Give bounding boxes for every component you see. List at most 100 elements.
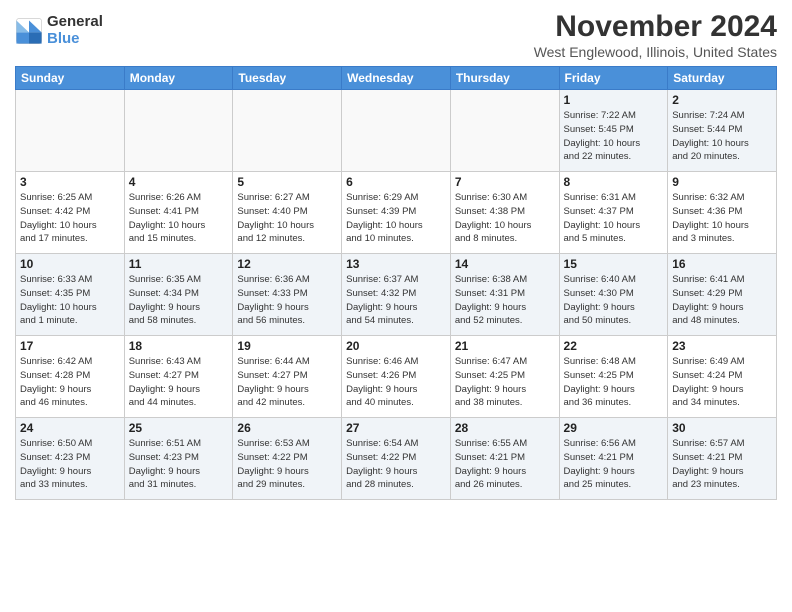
header: General Blue November 2024 West Englewoo… xyxy=(15,10,777,60)
calendar-cell xyxy=(16,90,125,172)
calendar-cell: 23 Sunrise: 6:49 AMSunset: 4:24 PMDayligh… xyxy=(668,336,777,418)
logo: General Blue xyxy=(15,14,103,47)
cell-info: Sunrise: 6:33 AMSunset: 4:35 PMDaylight:… xyxy=(20,273,120,328)
cell-info: Sunrise: 6:53 AMSunset: 4:22 PMDaylight:… xyxy=(237,437,337,492)
calendar-cell: 21 Sunrise: 6:47 AMSunset: 4:25 PMDayligh… xyxy=(450,336,559,418)
cell-info: Sunrise: 6:31 AMSunset: 4:37 PMDaylight:… xyxy=(564,191,664,246)
day-number: 14 xyxy=(455,257,555,271)
cell-info: Sunrise: 6:55 AMSunset: 4:21 PMDaylight:… xyxy=(455,437,555,492)
logo-text: General Blue xyxy=(47,14,103,47)
calendar-cell: 13 Sunrise: 6:37 AMSunset: 4:32 PMDayligh… xyxy=(342,254,451,336)
cell-info: Sunrise: 6:41 AMSunset: 4:29 PMDaylight:… xyxy=(672,273,772,328)
day-number: 3 xyxy=(20,175,120,189)
cell-info: Sunrise: 6:51 AMSunset: 4:23 PMDaylight:… xyxy=(129,437,229,492)
day-number: 13 xyxy=(346,257,446,271)
calendar-cell: 6 Sunrise: 6:29 AMSunset: 4:39 PMDaylight… xyxy=(342,172,451,254)
calendar-cell: 25 Sunrise: 6:51 AMSunset: 4:23 PMDayligh… xyxy=(124,418,233,500)
calendar-week-row: 24 Sunrise: 6:50 AMSunset: 4:23 PMDayligh… xyxy=(16,418,777,500)
day-number: 8 xyxy=(564,175,664,189)
calendar-cell xyxy=(233,90,342,172)
calendar-header-saturday: Saturday xyxy=(668,67,777,90)
day-number: 4 xyxy=(129,175,229,189)
title-block: November 2024 West Englewood, Illinois, … xyxy=(534,10,777,60)
calendar-cell: 29Sunrise: 6:56 AMSunset: 4:21 PMDayligh… xyxy=(559,418,668,500)
cell-info: Sunrise: 6:47 AMSunset: 4:25 PMDaylight:… xyxy=(455,355,555,410)
day-number: 12 xyxy=(237,257,337,271)
calendar-cell: 28 Sunrise: 6:55 AMSunset: 4:21 PMDayligh… xyxy=(450,418,559,500)
cell-info: Sunrise: 6:49 AMSunset: 4:24 PMDaylight:… xyxy=(672,355,772,410)
calendar-cell: 11Sunrise: 6:35 AMSunset: 4:34 PMDayligh… xyxy=(124,254,233,336)
calendar-header-wednesday: Wednesday xyxy=(342,67,451,90)
day-number: 24 xyxy=(20,421,120,435)
calendar-week-row: 17 Sunrise: 6:42 AMSunset: 4:28 PMDayligh… xyxy=(16,336,777,418)
day-number: 20 xyxy=(346,339,446,353)
day-number: 30 xyxy=(672,421,772,435)
cell-info: Sunrise: 6:38 AMSunset: 4:31 PMDaylight:… xyxy=(455,273,555,328)
day-number: 21 xyxy=(455,339,555,353)
day-number: 5 xyxy=(237,175,337,189)
calendar-cell: 27 Sunrise: 6:54 AMSunset: 4:22 PMDayligh… xyxy=(342,418,451,500)
cell-info: Sunrise: 6:36 AMSunset: 4:33 PMDaylight:… xyxy=(237,273,337,328)
logo-blue-text: Blue xyxy=(47,31,103,48)
day-number: 25 xyxy=(129,421,229,435)
calendar-header-sunday: Sunday xyxy=(16,67,125,90)
calendar-header-thursday: Thursday xyxy=(450,67,559,90)
day-number: 19 xyxy=(237,339,337,353)
cell-info: Sunrise: 6:25 AMSunset: 4:42 PMDaylight:… xyxy=(20,191,120,246)
cell-info: Sunrise: 6:42 AMSunset: 4:28 PMDaylight:… xyxy=(20,355,120,410)
day-number: 22 xyxy=(564,339,664,353)
day-number: 9 xyxy=(672,175,772,189)
calendar-cell: 8 Sunrise: 6:31 AMSunset: 4:37 PMDaylight… xyxy=(559,172,668,254)
day-number: 28 xyxy=(455,421,555,435)
calendar-cell: 18Sunrise: 6:43 AMSunset: 4:27 PMDayligh… xyxy=(124,336,233,418)
calendar-cell: 3 Sunrise: 6:25 AMSunset: 4:42 PMDaylight… xyxy=(16,172,125,254)
calendar-cell: 9Sunrise: 6:32 AMSunset: 4:36 PMDaylight… xyxy=(668,172,777,254)
cell-info: Sunrise: 6:40 AMSunset: 4:30 PMDaylight:… xyxy=(564,273,664,328)
cell-info: Sunrise: 6:29 AMSunset: 4:39 PMDaylight:… xyxy=(346,191,446,246)
cell-info: Sunrise: 6:30 AMSunset: 4:38 PMDaylight:… xyxy=(455,191,555,246)
day-number: 29 xyxy=(564,421,664,435)
logo-general-text: General xyxy=(47,14,103,31)
day-number: 1 xyxy=(564,93,664,107)
calendar-cell xyxy=(342,90,451,172)
calendar-cell: 24 Sunrise: 6:50 AMSunset: 4:23 PMDayligh… xyxy=(16,418,125,500)
calendar-header-monday: Monday xyxy=(124,67,233,90)
day-number: 6 xyxy=(346,175,446,189)
calendar-header-tuesday: Tuesday xyxy=(233,67,342,90)
cell-info: Sunrise: 6:27 AMSunset: 4:40 PMDaylight:… xyxy=(237,191,337,246)
day-number: 10 xyxy=(20,257,120,271)
cell-info: Sunrise: 7:24 AMSunset: 5:44 PMDaylight:… xyxy=(672,109,772,164)
calendar-cell: 12 Sunrise: 6:36 AMSunset: 4:33 PMDayligh… xyxy=(233,254,342,336)
calendar-cell: 22 Sunrise: 6:48 AMSunset: 4:25 PMDayligh… xyxy=(559,336,668,418)
day-number: 18 xyxy=(129,339,229,353)
calendar-cell: 19 Sunrise: 6:44 AMSunset: 4:27 PMDayligh… xyxy=(233,336,342,418)
calendar-header-friday: Friday xyxy=(559,67,668,90)
day-number: 11 xyxy=(129,257,229,271)
calendar-cell: 10 Sunrise: 6:33 AMSunset: 4:35 PMDayligh… xyxy=(16,254,125,336)
cell-info: Sunrise: 6:50 AMSunset: 4:23 PMDaylight:… xyxy=(20,437,120,492)
day-number: 7 xyxy=(455,175,555,189)
month-title: November 2024 xyxy=(534,10,777,44)
cell-info: Sunrise: 6:48 AMSunset: 4:25 PMDaylight:… xyxy=(564,355,664,410)
calendar-week-row: 3 Sunrise: 6:25 AMSunset: 4:42 PMDaylight… xyxy=(16,172,777,254)
calendar-cell: 17 Sunrise: 6:42 AMSunset: 4:28 PMDayligh… xyxy=(16,336,125,418)
calendar-cell: 30Sunrise: 6:57 AMSunset: 4:21 PMDayligh… xyxy=(668,418,777,500)
cell-info: Sunrise: 6:46 AMSunset: 4:26 PMDaylight:… xyxy=(346,355,446,410)
cell-info: Sunrise: 7:22 AMSunset: 5:45 PMDaylight:… xyxy=(564,109,664,164)
logo-icon xyxy=(15,17,43,45)
calendar-cell xyxy=(124,90,233,172)
calendar-header-row: SundayMondayTuesdayWednesdayThursdayFrid… xyxy=(16,67,777,90)
calendar-cell: 4Sunrise: 6:26 AMSunset: 4:41 PMDaylight… xyxy=(124,172,233,254)
calendar-week-row: 1 Sunrise: 7:22 AMSunset: 5:45 PMDaylight… xyxy=(16,90,777,172)
calendar-week-row: 10 Sunrise: 6:33 AMSunset: 4:35 PMDayligh… xyxy=(16,254,777,336)
day-number: 17 xyxy=(20,339,120,353)
calendar-cell: 15Sunrise: 6:40 AMSunset: 4:30 PMDayligh… xyxy=(559,254,668,336)
cell-info: Sunrise: 6:44 AMSunset: 4:27 PMDaylight:… xyxy=(237,355,337,410)
calendar-cell: 5 Sunrise: 6:27 AMSunset: 4:40 PMDaylight… xyxy=(233,172,342,254)
day-number: 27 xyxy=(346,421,446,435)
day-number: 2 xyxy=(672,93,772,107)
day-number: 23 xyxy=(672,339,772,353)
calendar-cell: 7 Sunrise: 6:30 AMSunset: 4:38 PMDaylight… xyxy=(450,172,559,254)
cell-info: Sunrise: 6:37 AMSunset: 4:32 PMDaylight:… xyxy=(346,273,446,328)
cell-info: Sunrise: 6:54 AMSunset: 4:22 PMDaylight:… xyxy=(346,437,446,492)
